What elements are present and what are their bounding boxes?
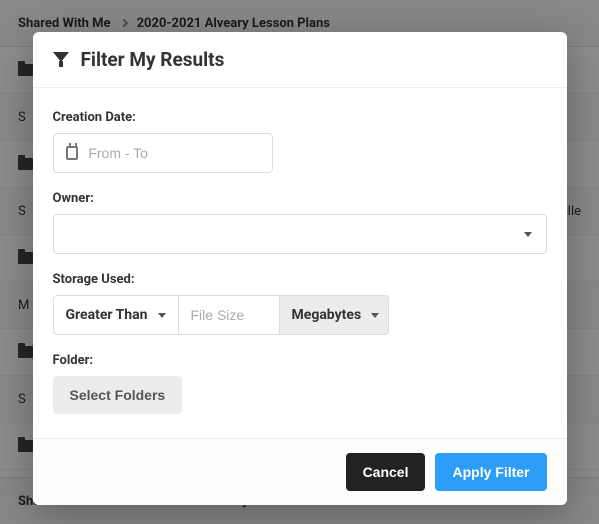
file-size-input[interactable] <box>179 295 279 335</box>
storage-comparator-value: Greater Than <box>66 307 148 323</box>
filter-icon <box>53 52 69 68</box>
select-folders-button[interactable]: Select Folders <box>53 376 183 414</box>
calendar-icon <box>66 146 79 160</box>
modal-overlay: Filter My Results Creation Date: Owner: … <box>0 0 599 524</box>
storage-field: Storage Used: Greater Than Megabytes <box>53 272 547 335</box>
creation-date-input[interactable] <box>88 145 259 161</box>
owner-field: Owner: <box>53 191 547 254</box>
storage-unit-value: Megabytes <box>292 307 362 323</box>
folder-label: Folder: <box>53 353 547 368</box>
modal-footer: Cancel Apply Filter <box>33 438 567 505</box>
chevron-down-icon <box>524 232 532 237</box>
folder-field: Folder: Select Folders <box>53 353 547 414</box>
owner-label: Owner: <box>53 191 547 206</box>
owner-select[interactable] <box>53 214 547 254</box>
chevron-down-icon <box>371 313 379 318</box>
storage-comparator-select[interactable]: Greater Than <box>53 295 179 335</box>
filter-modal: Filter My Results Creation Date: Owner: … <box>33 32 567 505</box>
creation-date-label: Creation Date: <box>53 110 547 125</box>
storage-row: Greater Than Megabytes <box>53 295 547 335</box>
modal-header: Filter My Results <box>33 32 567 88</box>
modal-title: Filter My Results <box>81 48 225 71</box>
creation-date-input-wrapper[interactable] <box>53 133 273 173</box>
creation-date-field: Creation Date: <box>53 110 547 173</box>
apply-filter-button[interactable]: Apply Filter <box>435 453 546 491</box>
chevron-down-icon <box>158 313 166 318</box>
storage-label: Storage Used: <box>53 272 547 287</box>
cancel-button[interactable]: Cancel <box>346 453 426 491</box>
modal-body: Creation Date: Owner: Storage Used: Grea… <box>33 88 567 438</box>
storage-unit-select[interactable]: Megabytes <box>279 295 389 335</box>
